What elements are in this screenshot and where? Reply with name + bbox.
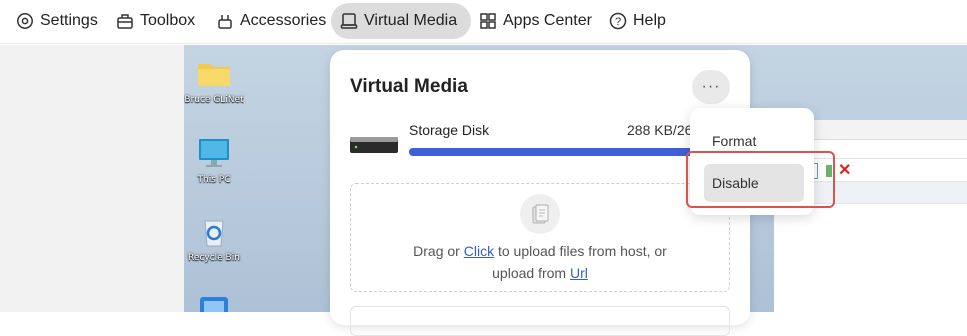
panel-title: Virtual Media (350, 76, 468, 97)
toolbox-icon (116, 12, 134, 30)
desktop-icon-label: This PC (197, 175, 231, 185)
nav-toolbox-label: Toolbox (140, 12, 196, 29)
upload-click-link[interactable]: Click (464, 243, 494, 259)
disk-icon (340, 12, 358, 30)
help-icon: ? (609, 12, 627, 30)
nav-toolbox[interactable]: Toolbox (110, 3, 205, 39)
annotation-highlight-box (686, 151, 835, 208)
more-options-button[interactable]: ··· (692, 70, 730, 104)
apps-grid-icon (479, 12, 497, 30)
folder-icon (196, 55, 232, 91)
storage-usage-fill (409, 148, 706, 156)
storage-disk-icon (350, 135, 398, 155)
nav-settings-label: Settings (40, 12, 98, 29)
control-panel-icon (196, 293, 232, 312)
storage-disk-name: Storage Disk (409, 122, 490, 138)
upload-url-link[interactable]: Url (570, 265, 588, 281)
nav-accessories-label: Accessories (240, 12, 327, 29)
nav-settings[interactable]: Settings (10, 3, 108, 39)
nav-virtual-media[interactable]: Virtual Media (331, 3, 472, 39)
top-nav: Settings Toolbox Accessories Virtual Med… (0, 0, 967, 44)
gear-icon (16, 12, 34, 30)
desktop-icon-this-pc[interactable]: This PC (184, 135, 246, 185)
desktop-icon-recycle-bin[interactable]: Recycle Bin (184, 213, 246, 263)
upload-drop-zone[interactable]: Drag or Click to upload files from host,… (350, 183, 730, 292)
window-close-x-icon[interactable]: ✕ (838, 160, 851, 180)
nav-help-label: Help (633, 12, 666, 29)
desktop-icon-label: Recycle Bin (188, 253, 240, 263)
left-margin (0, 45, 184, 312)
storage-disk-size: 288 KB/26. (627, 122, 697, 138)
upload-text-prefix: Drag or (413, 243, 464, 259)
nav-virtual-media-label: Virtual Media (364, 12, 458, 29)
accessories-icon (216, 12, 234, 30)
svg-text:?: ? (615, 16, 621, 28)
upload-instructions-line1: Drag or Click to upload files from host,… (351, 243, 729, 259)
desktop-icon-label: Bruce GLiNet (184, 95, 244, 105)
nav-accessories[interactable]: Accessories (210, 3, 336, 39)
desktop-icon-bruce-glinet[interactable]: Bruce GLiNet (184, 55, 246, 105)
nav-apps-center-label: Apps Center (503, 12, 592, 29)
upload-instructions-line2: upload from Url (351, 265, 729, 281)
nav-help[interactable]: ? Help (603, 3, 676, 39)
upload-url-prefix: upload from (492, 265, 570, 281)
upload-files-icon (520, 194, 560, 234)
panel-bottom-section (350, 306, 730, 336)
upload-text-suffix: to upload files from host, or (494, 243, 667, 259)
nav-apps-center[interactable]: Apps Center (473, 3, 602, 39)
monitor-icon (196, 135, 232, 171)
storage-usage-bar (409, 148, 709, 156)
recycle-bin-icon (196, 213, 232, 249)
desktop-icon-partial[interactable] (184, 293, 246, 312)
